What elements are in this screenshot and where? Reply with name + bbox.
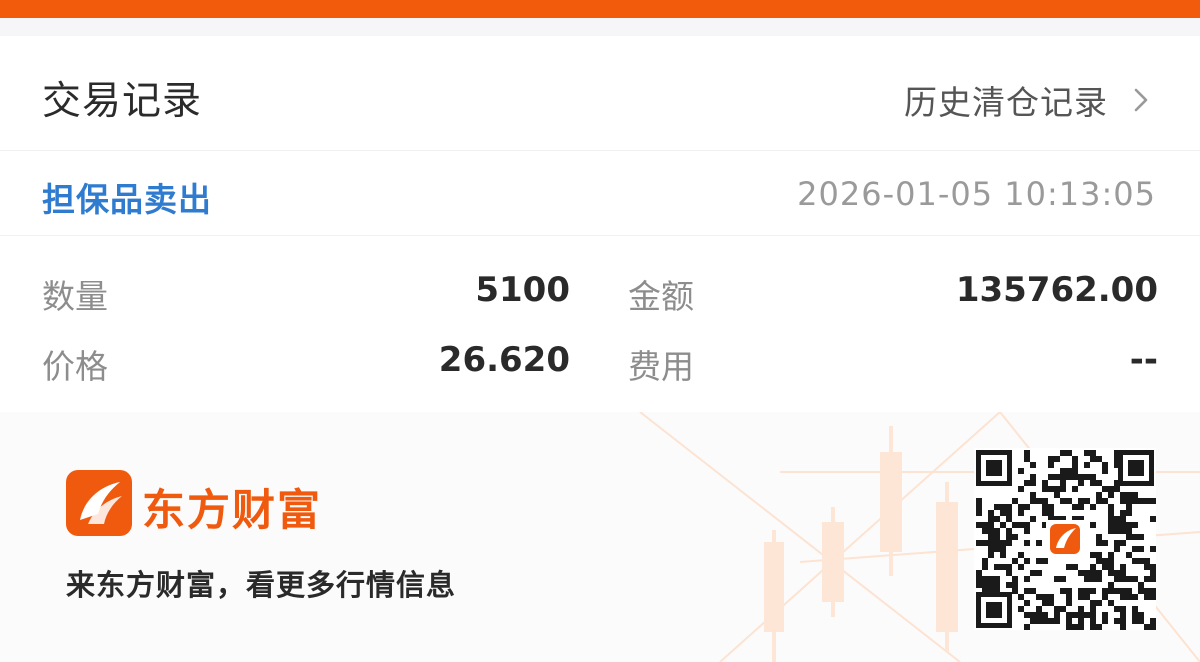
amount-label: 金额: [628, 277, 694, 316]
page-title: 交易记录: [42, 79, 203, 124]
amount-value: 135762.00: [955, 270, 1158, 310]
panel-header: 交易记录 历史清仓记录: [0, 36, 1200, 151]
trade-datetime: 2026-01-05 10:13:05: [797, 175, 1156, 213]
price-value: 26.620: [438, 340, 570, 380]
chevron-right-icon: [1134, 88, 1148, 112]
history-clearance-link[interactable]: 历史清仓记录: [904, 76, 1156, 124]
quantity-label: 数量: [42, 277, 108, 316]
eastmoney-logo-icon: [66, 470, 132, 536]
record-header-row: 担保品卖出 2026-01-05 10:13:05: [0, 151, 1200, 236]
history-link-label: 历史清仓记录: [904, 83, 1108, 122]
price-label: 价格: [42, 347, 108, 386]
qr-code-icon[interactable]: [974, 448, 1156, 630]
fee-value: --: [1129, 340, 1158, 380]
brand-name: 东方财富: [142, 486, 322, 536]
fee-label: 费用: [628, 347, 694, 386]
quantity-value: 5100: [475, 270, 570, 310]
top-accent-bar: [0, 0, 1200, 18]
trade-type: 担保品卖出: [42, 180, 212, 219]
promo-slogan: 来东方财富，看更多行情信息: [66, 568, 457, 602]
promo-banner[interactable]: 东方财富 来东方财富，看更多行情信息: [0, 412, 1200, 662]
trade-record-panel: 交易记录 历史清仓记录 担保品卖出 2026-01-05 10:13:05 数量…: [0, 36, 1200, 412]
